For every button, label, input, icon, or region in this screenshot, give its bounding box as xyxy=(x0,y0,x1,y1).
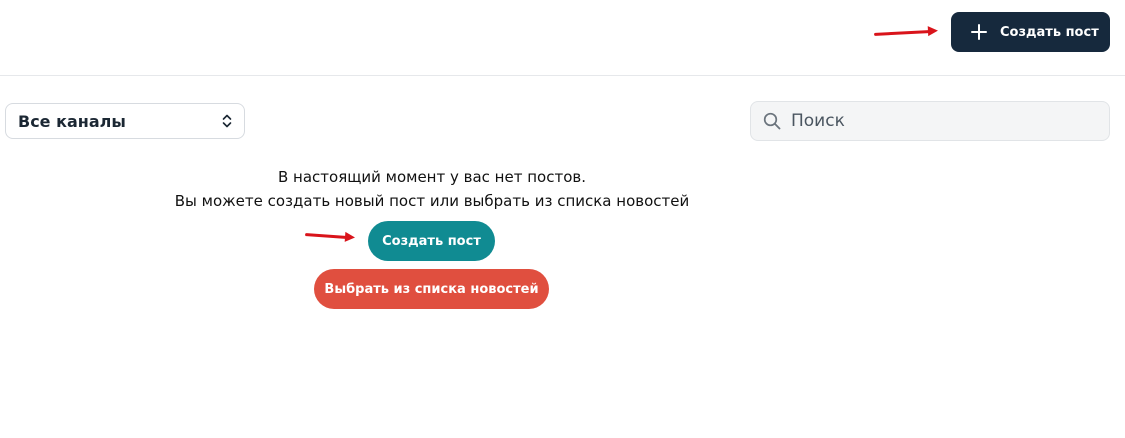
empty-state-hint: Вы можете создать новый пост или выбрать… xyxy=(174,192,690,210)
create-post-button[interactable]: Создать пост xyxy=(368,221,495,261)
choose-from-news-button[interactable]: Выбрать из списка новостей xyxy=(314,269,549,309)
channel-select-value: Все каналы xyxy=(18,111,126,131)
search-icon xyxy=(763,112,781,130)
annotation-arrow-middle xyxy=(304,233,348,239)
search-box[interactable] xyxy=(750,101,1110,141)
chevron-up-down-icon xyxy=(222,114,232,128)
channel-select[interactable]: Все каналы xyxy=(5,103,245,139)
empty-state-message: В настоящий момент у вас нет постов. xyxy=(278,168,586,186)
search-input[interactable] xyxy=(791,111,1091,131)
create-post-header-button[interactable]: Создать пост xyxy=(951,12,1110,52)
annotation-arrow-top xyxy=(873,30,931,36)
header-divider xyxy=(0,75,1125,76)
plus-icon xyxy=(971,24,987,40)
page-header: Создать пост xyxy=(0,0,1125,76)
create-post-header-label: Создать пост xyxy=(1000,24,1099,40)
